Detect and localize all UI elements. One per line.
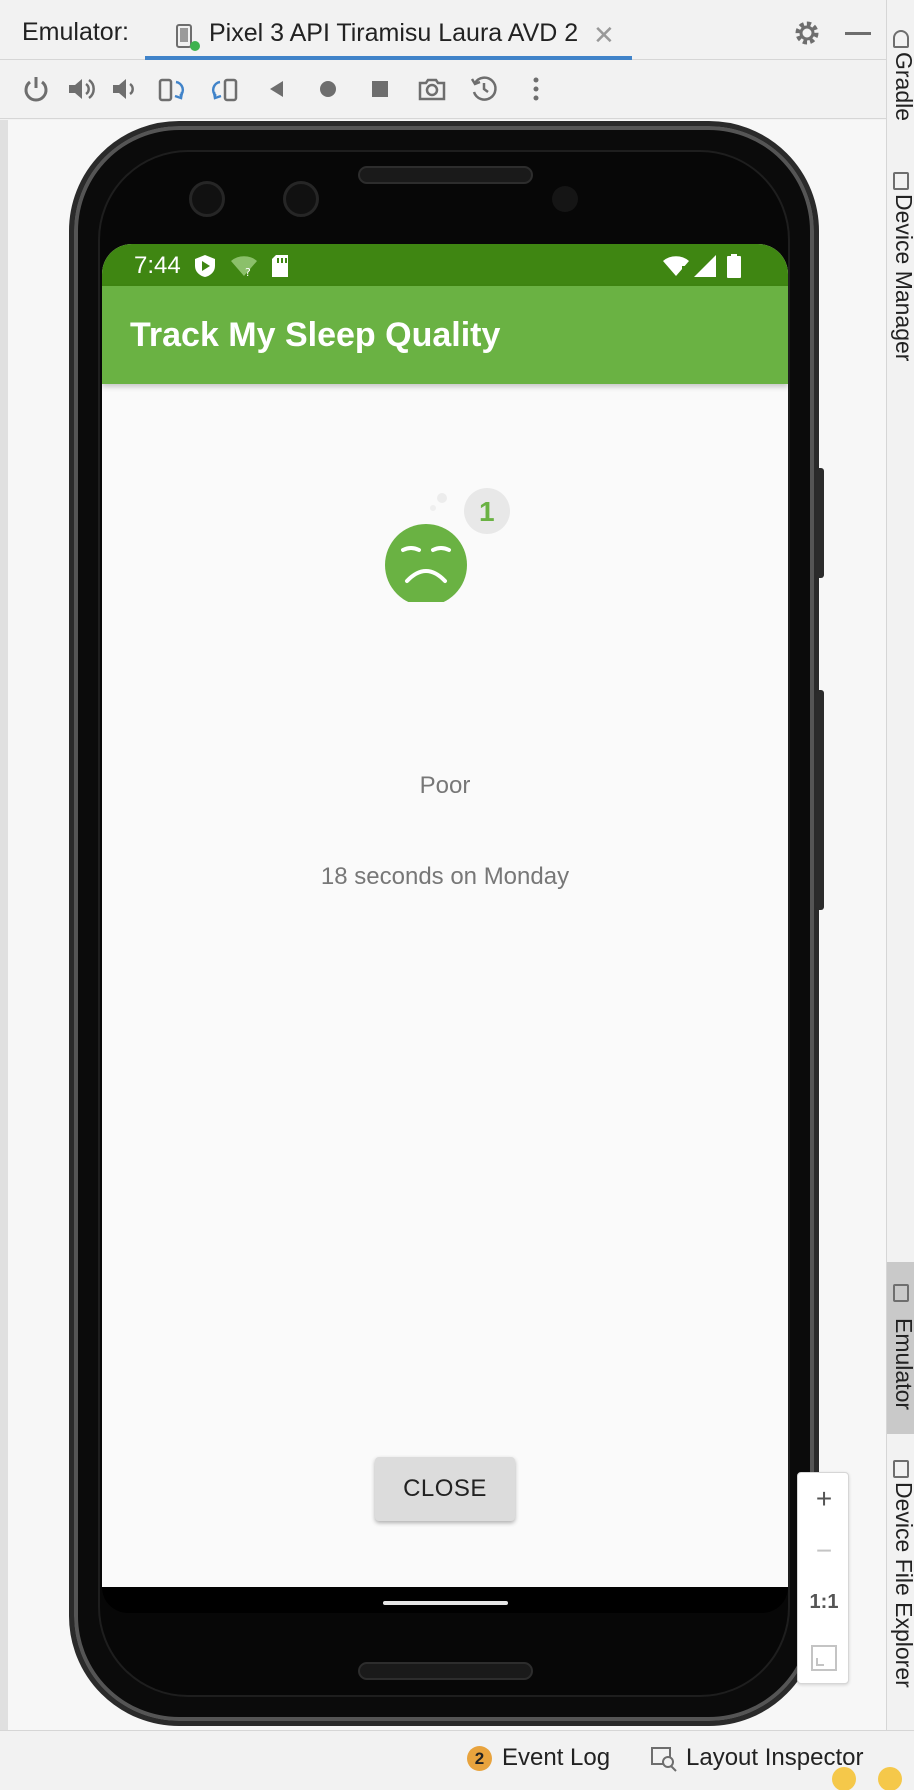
volume-up-icon[interactable] — [66, 74, 96, 104]
close-tab-icon[interactable]: ✕ — [593, 20, 615, 51]
gear-icon[interactable] — [792, 18, 822, 48]
sd-card-icon — [272, 255, 288, 277]
app-bar: Track My Sleep Quality — [102, 286, 788, 384]
power-icon[interactable] — [21, 74, 51, 104]
android-navigation-bar — [102, 1587, 788, 1613]
zoom-controls: + − 1:1 — [797, 1472, 849, 1684]
fit-screen-icon — [811, 1645, 837, 1671]
emulator-tab-label: Emulator — [891, 1318, 914, 1411]
gradle-icon — [893, 30, 909, 48]
wifi-unknown-icon: ? — [231, 256, 257, 278]
svg-text:?: ? — [245, 266, 251, 278]
minimize-icon[interactable] — [845, 32, 871, 35]
ide-bottom-bar: 2 Event Log Layout Inspector — [0, 1730, 914, 1790]
cell-signal-icon — [694, 255, 716, 277]
back-icon[interactable] — [261, 74, 291, 104]
top-speaker — [358, 166, 533, 184]
gradle-tab-label: Gradle — [891, 52, 914, 122]
sleep-quality-image: 1 — [385, 482, 515, 606]
zoom-out-button[interactable]: − — [798, 1535, 850, 1585]
sleep-quality-string: Poor — [419, 772, 471, 799]
wifi-icon — [663, 256, 689, 276]
device-tab[interactable]: Pixel 3 API Tiramisu Laura AVD 2 ✕ — [145, 10, 632, 60]
device-manager-tab-label: Device Manager — [891, 194, 914, 362]
android-studio-window: Emulator: Pixel 3 API Tiramisu Laura AVD… — [0, 0, 914, 1790]
emulator-toolbar — [0, 61, 886, 119]
device-icon — [176, 24, 200, 51]
device-screen: 7:44 ? Track My Sleep Quality 1 Poor 18 … — [102, 244, 788, 1587]
android-status-bar: 7:44 ? — [102, 244, 788, 286]
device-file-explorer-tab[interactable]: Device File Explorer — [887, 1460, 914, 1720]
status-time: 7:44 — [134, 252, 181, 279]
device-file-explorer-icon — [893, 1460, 909, 1478]
zoom-in-button[interactable]: + — [798, 1483, 850, 1533]
battery-icon — [727, 254, 741, 278]
snapshot-icon[interactable] — [469, 74, 499, 104]
active-tab-indicator — [145, 56, 632, 60]
power-side-button[interactable] — [816, 468, 824, 578]
emulator-tab[interactable]: Emulator — [887, 1262, 914, 1434]
event-log-label: Event Log — [502, 1744, 611, 1771]
rotate-left-icon[interactable] — [157, 74, 187, 104]
overview-icon[interactable] — [365, 74, 395, 104]
feedback-smile-icon[interactable] — [832, 1767, 856, 1790]
front-camera-left — [189, 181, 225, 217]
right-tool-strip: Gradle Device Manager Emulator Device Fi… — [886, 0, 914, 1730]
emulator-label: Emulator: — [22, 18, 129, 46]
home-icon[interactable] — [313, 74, 343, 104]
device-manager-tab[interactable]: Device Manager — [887, 172, 914, 392]
fit-to-window-button[interactable] — [798, 1636, 850, 1686]
rotate-right-icon[interactable] — [209, 74, 239, 104]
volume-side-button[interactable] — [816, 690, 824, 910]
app-title: Track My Sleep Quality — [130, 316, 501, 354]
more-icon[interactable] — [521, 74, 551, 104]
layout-inspector-icon — [651, 1747, 677, 1772]
emulator-tool-window-header: Emulator: Pixel 3 API Tiramisu Laura AVD… — [0, 0, 886, 60]
volume-down-icon[interactable] — [110, 74, 140, 104]
device-tab-label: Pixel 3 API Tiramisu Laura AVD 2 — [209, 19, 579, 47]
sad-face-icon — [385, 488, 510, 606]
device-manager-icon — [893, 172, 909, 190]
front-camera-right — [283, 181, 319, 217]
gradle-tab[interactable]: Gradle — [887, 30, 914, 140]
event-log-count-badge: 2 — [467, 1746, 492, 1771]
actual-size-button[interactable]: 1:1 — [798, 1591, 850, 1641]
proximity-sensor — [552, 186, 578, 212]
gesture-home-handle[interactable] — [383, 1601, 508, 1605]
quality-badge-number: 1 — [479, 496, 495, 527]
feedback-frown-icon[interactable] — [878, 1767, 902, 1790]
device-file-explorer-tab-label: Device File Explorer — [891, 1482, 914, 1688]
sleep-length-string: 18 seconds on Monday — [320, 863, 570, 890]
screenshot-icon[interactable] — [417, 74, 447, 104]
emulator-icon — [893, 1284, 909, 1302]
shield-play-icon — [195, 255, 215, 277]
close-button[interactable]: CLOSE — [375, 1457, 515, 1521]
bottom-speaker — [358, 1662, 533, 1680]
